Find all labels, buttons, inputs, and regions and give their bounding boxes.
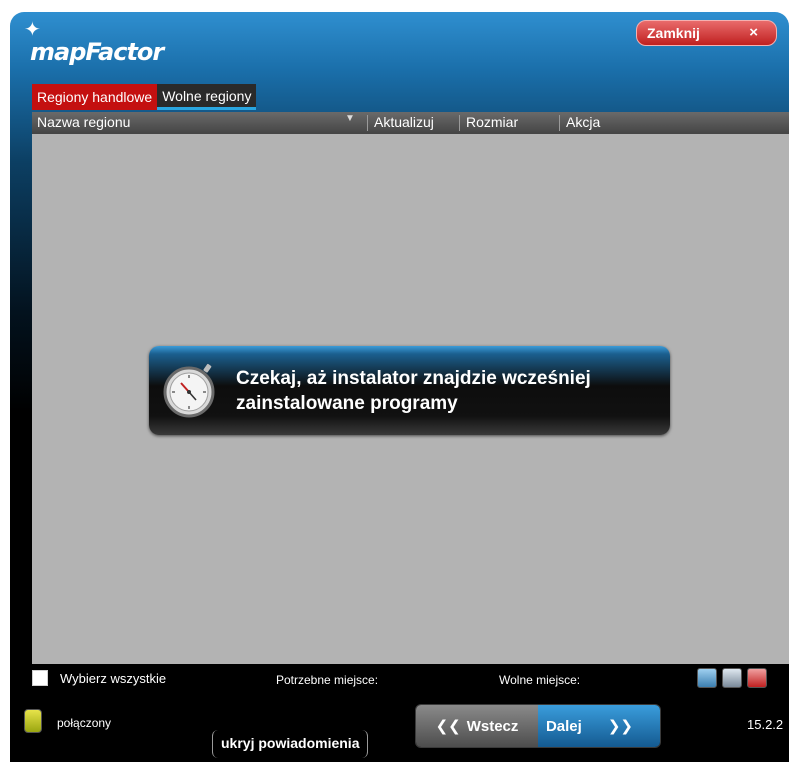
next-button[interactable]: Dalej ❯❯: [537, 705, 660, 747]
close-button[interactable]: Zamknij ×: [636, 20, 777, 46]
wait-message: Czekaj, aż instalator znajdzie wcześniej…: [236, 368, 591, 414]
column-header-region-name[interactable]: Nazwa regionu: [37, 114, 130, 132]
back-button-label: Wstecz: [466, 717, 519, 735]
tab-commercial-regions[interactable]: Regiony handlowe: [32, 84, 158, 110]
logo-star-icon: ✦: [24, 19, 41, 41]
settings-icon[interactable]: [697, 668, 717, 688]
close-button-label: Zamknij: [647, 25, 700, 41]
tab-free-regions[interactable]: Wolne regiony: [157, 84, 257, 110]
column-header-action[interactable]: Akcja: [566, 114, 600, 132]
select-all-label: Wybierz wszystkie: [60, 670, 167, 686]
region-tabs: Regiony handlowe Wolne regiony: [32, 84, 257, 110]
mapfactor-logo: ✦ mapFactor: [24, 19, 164, 72]
back-button[interactable]: ❮❮ Wstecz: [416, 705, 538, 747]
stopwatch-icon: [163, 363, 215, 418]
space-free-label: Wolne miejsce:: [499, 673, 581, 687]
select-all-checkbox[interactable]: [32, 670, 48, 686]
hide-notifications-button[interactable]: ukryj powiadomienia: [212, 730, 369, 758]
close-icon: ×: [749, 24, 758, 41]
column-separator: [559, 115, 560, 131]
wait-dialog: Czekaj, aż instalator znajdzie wcześniej…: [149, 346, 670, 435]
space-needed-label: Potrzebne miejsce:: [276, 673, 379, 687]
column-header-update[interactable]: Aktualizuj: [374, 114, 434, 132]
next-button-label: Dalej: [545, 717, 582, 735]
column-separator: [459, 115, 460, 131]
connection-status-icon: [24, 709, 42, 733]
navigation-buttons: ❮❮ Wstecz Dalej ❯❯: [415, 704, 661, 748]
save-icon[interactable]: [722, 668, 742, 688]
region-list-header: Nazwa regionu ▼ Aktualizuj Rozmiar Akcja: [32, 112, 789, 134]
save-red-icon[interactable]: [747, 668, 767, 688]
logo-text: mapFactor: [30, 38, 164, 66]
select-all: Wybierz wszystkie: [32, 670, 166, 686]
double-chevron-left-icon: ❮❮: [435, 718, 461, 735]
version-label: 15.2.2: [747, 717, 784, 732]
column-header-size[interactable]: Rozmiar: [466, 114, 518, 132]
column-separator: [367, 115, 368, 131]
sort-arrow-icon[interactable]: ▼: [345, 113, 355, 124]
installer-window: ✦ mapFactor Zamknij × Regiony handlowe W…: [10, 12, 789, 762]
double-chevron-right-icon: ❯❯: [607, 718, 633, 735]
connection-status-label: połączony: [57, 716, 112, 730]
